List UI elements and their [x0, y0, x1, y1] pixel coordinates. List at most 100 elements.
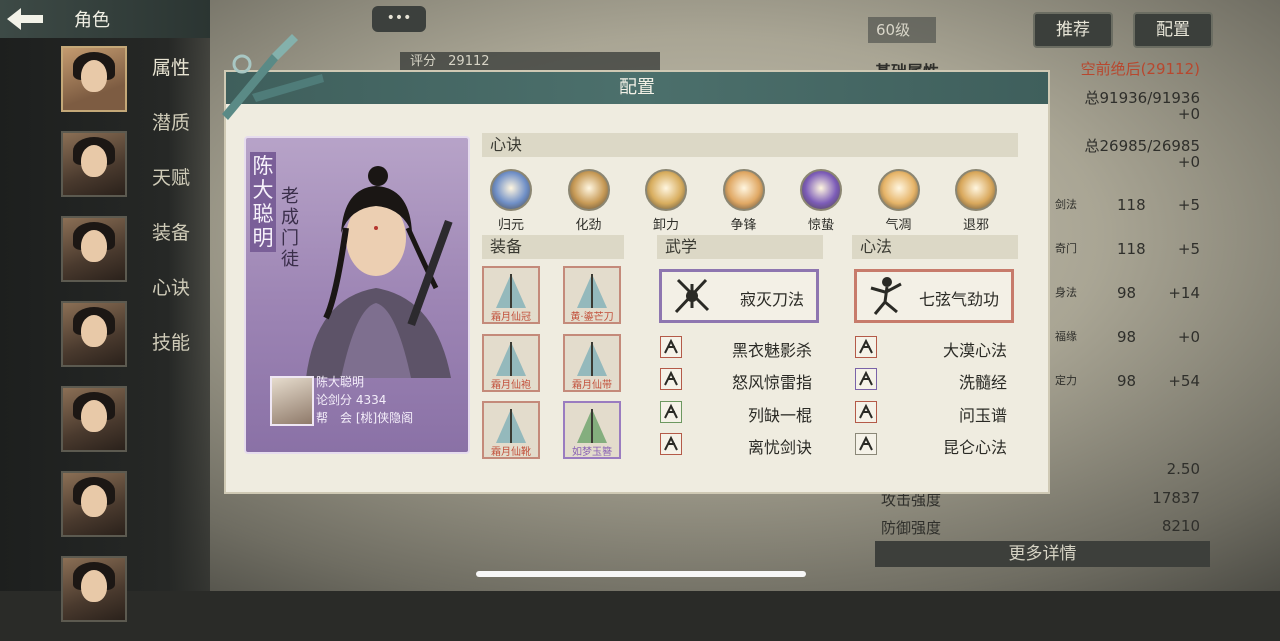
- sub-skill-name[interactable]: 洗髓经: [907, 369, 1007, 393]
- xinfa-section-header: 心法: [852, 235, 1018, 259]
- side-menu-item-equipment[interactable]: 装备: [152, 220, 190, 275]
- xinjue-skill-icon[interactable]: [645, 169, 687, 211]
- xinjue-skill-label: 化劲: [575, 218, 602, 233]
- equipment-slot[interactable]: 黄·鎏芒刀: [563, 266, 621, 324]
- sub-skill-name[interactable]: 离忧剑诀: [712, 434, 812, 458]
- character-info-score: 论剑分 4334: [316, 393, 387, 407]
- xinjue-skill-icon[interactable]: [955, 169, 997, 211]
- equipment-slot-label: 霜月仙冠: [491, 312, 531, 323]
- xinjue-skill-label: 退邪: [962, 218, 989, 233]
- side-menu-item-skills[interactable]: 技能: [152, 330, 190, 385]
- chat-button[interactable]: •••: [372, 6, 426, 32]
- xinjue-skill-icon[interactable]: [490, 169, 532, 211]
- level-badge: 60级: [868, 17, 936, 43]
- back-button[interactable]: 角色: [0, 0, 210, 38]
- equipment-slot-label: 霜月仙袍: [491, 380, 531, 391]
- character-info-name: 陈大聪明: [316, 375, 365, 389]
- xinjue-skill-label: 惊蛰: [807, 218, 834, 233]
- character-avatar: [270, 376, 314, 426]
- character-portrait[interactable]: [61, 386, 127, 452]
- character-portrait[interactable]: [61, 301, 127, 367]
- character-name: 陈大聪明: [250, 152, 276, 252]
- sub-skill-icon[interactable]: [660, 401, 682, 423]
- attr-bonus: +5: [1177, 240, 1200, 258]
- sub-skill-name[interactable]: 怒风惊雷指: [712, 369, 812, 393]
- xinjue-skill-icon[interactable]: [877, 169, 920, 211]
- page-title: 角色: [74, 10, 110, 31]
- sub-skill-icon[interactable]: [660, 433, 682, 455]
- side-menu-item-attributes[interactable]: 属性: [152, 55, 190, 110]
- attr-name: 身法: [1055, 286, 1077, 299]
- side-menu-item-xinjue[interactable]: 心诀: [152, 275, 190, 330]
- sub-skill-name[interactable]: 列缺一棍: [712, 402, 812, 426]
- equipment-item-icon: [577, 274, 607, 308]
- sub-skill-name[interactable]: 大漠心法: [907, 337, 1007, 361]
- side-menu-item-talent[interactable]: 天赋: [152, 165, 190, 220]
- character-title: 老成门徒: [281, 186, 299, 270]
- sub-skill-icon[interactable]: [660, 336, 682, 358]
- more-details-button[interactable]: 更多详情: [875, 541, 1210, 567]
- character-portrait[interactable]: [61, 131, 127, 197]
- equipment-slot-label: 黄·鎏芒刀: [570, 312, 614, 323]
- equipment-slot[interactable]: 霜月仙袍: [482, 334, 540, 392]
- wuxue-main-skill-name: 寂灭刀法: [739, 290, 804, 309]
- wuxue-main-skill[interactable]: 寂灭刀法: [659, 269, 819, 323]
- attr-value: 98: [1117, 284, 1137, 302]
- attribute-panel-rank: 空前绝后(29112): [1080, 60, 1200, 78]
- attr-value: 98: [1117, 328, 1137, 346]
- equipment-slot-label: 霜月仙靴: [491, 447, 531, 458]
- equipment-slot[interactable]: 霜月仙带: [563, 334, 621, 392]
- score-strip: 评分 29112: [400, 52, 660, 72]
- stat-label: 防御强度: [881, 519, 942, 537]
- character-portrait[interactable]: [61, 471, 127, 537]
- xinjue-skill-label: 归元: [497, 218, 524, 233]
- xinjue-skill-icon[interactable]: [567, 169, 610, 211]
- sub-skill-icon[interactable]: [855, 336, 877, 358]
- xinjue-skill-label: 卸力: [652, 218, 679, 233]
- character-portrait[interactable]: [61, 46, 127, 112]
- attr-value: 118: [1117, 240, 1146, 258]
- attr-bonus: +5: [1177, 196, 1200, 214]
- xinjue-skill-label: 气凋: [885, 218, 912, 233]
- equipment-slot[interactable]: 霜月仙冠: [482, 266, 540, 324]
- xinjue-skill-icon[interactable]: [800, 169, 842, 211]
- attr-name: 剑法: [1055, 198, 1077, 211]
- equipment-item-icon: [577, 342, 607, 376]
- sub-skill-icon[interactable]: [660, 368, 682, 390]
- character-info-guild: 帮 会 [桃]侠隐阁: [316, 411, 414, 425]
- xinjue-section-header: 心诀: [482, 133, 1018, 157]
- config-button[interactable]: 配置: [1133, 12, 1213, 48]
- character-portrait[interactable]: [61, 556, 127, 622]
- martial-pose-icon: [870, 277, 902, 315]
- attr-value: 98: [1117, 372, 1137, 390]
- side-menu-item-potential[interactable]: 潜质: [152, 110, 190, 165]
- xinfa-main-skill-name: 七弦气劲功: [918, 290, 999, 309]
- stat-value: 8210: [1161, 517, 1200, 535]
- equipment-slot[interactable]: 霜月仙靴: [482, 401, 540, 459]
- recommend-button[interactable]: 推荐: [1033, 12, 1113, 48]
- sub-skill-name[interactable]: 黑衣魅影杀: [712, 337, 812, 361]
- sub-skill-icon[interactable]: [855, 368, 877, 390]
- sub-skill-name[interactable]: 问玉谱: [907, 402, 1007, 426]
- character-illustration: [306, 166, 453, 378]
- xinjue-skill-label: 争锋: [730, 218, 757, 233]
- blade-skill-icon: [674, 278, 710, 314]
- equipment-slot[interactable]: 如梦玉簪: [563, 401, 621, 459]
- character-portrait[interactable]: [61, 216, 127, 282]
- sub-skill-icon[interactable]: [855, 433, 877, 455]
- attr-name: 福缘: [1055, 330, 1077, 343]
- sub-skill-name[interactable]: 昆仑心法: [907, 434, 1007, 458]
- wuxue-section-header: 武学: [657, 235, 823, 259]
- character-info: 陈大聪明 论剑分 4334 帮 会 [桃]侠隐阁: [316, 373, 413, 427]
- attr-name: 奇门: [1055, 242, 1077, 255]
- equipment-item-icon: [496, 409, 526, 443]
- stat-value: 17837: [1152, 489, 1200, 507]
- equipment-item-icon: [496, 342, 526, 376]
- xinfa-main-skill[interactable]: 七弦气劲功: [854, 269, 1014, 323]
- hp-bonus: +0: [1177, 105, 1200, 123]
- xinjue-skill-icon[interactable]: [722, 169, 765, 211]
- sub-skill-icon[interactable]: [855, 401, 877, 423]
- attr-name: 定力: [1055, 374, 1077, 387]
- attr-bonus: +0: [1177, 328, 1200, 346]
- equipment-slot-label: 霜月仙带: [572, 380, 612, 391]
